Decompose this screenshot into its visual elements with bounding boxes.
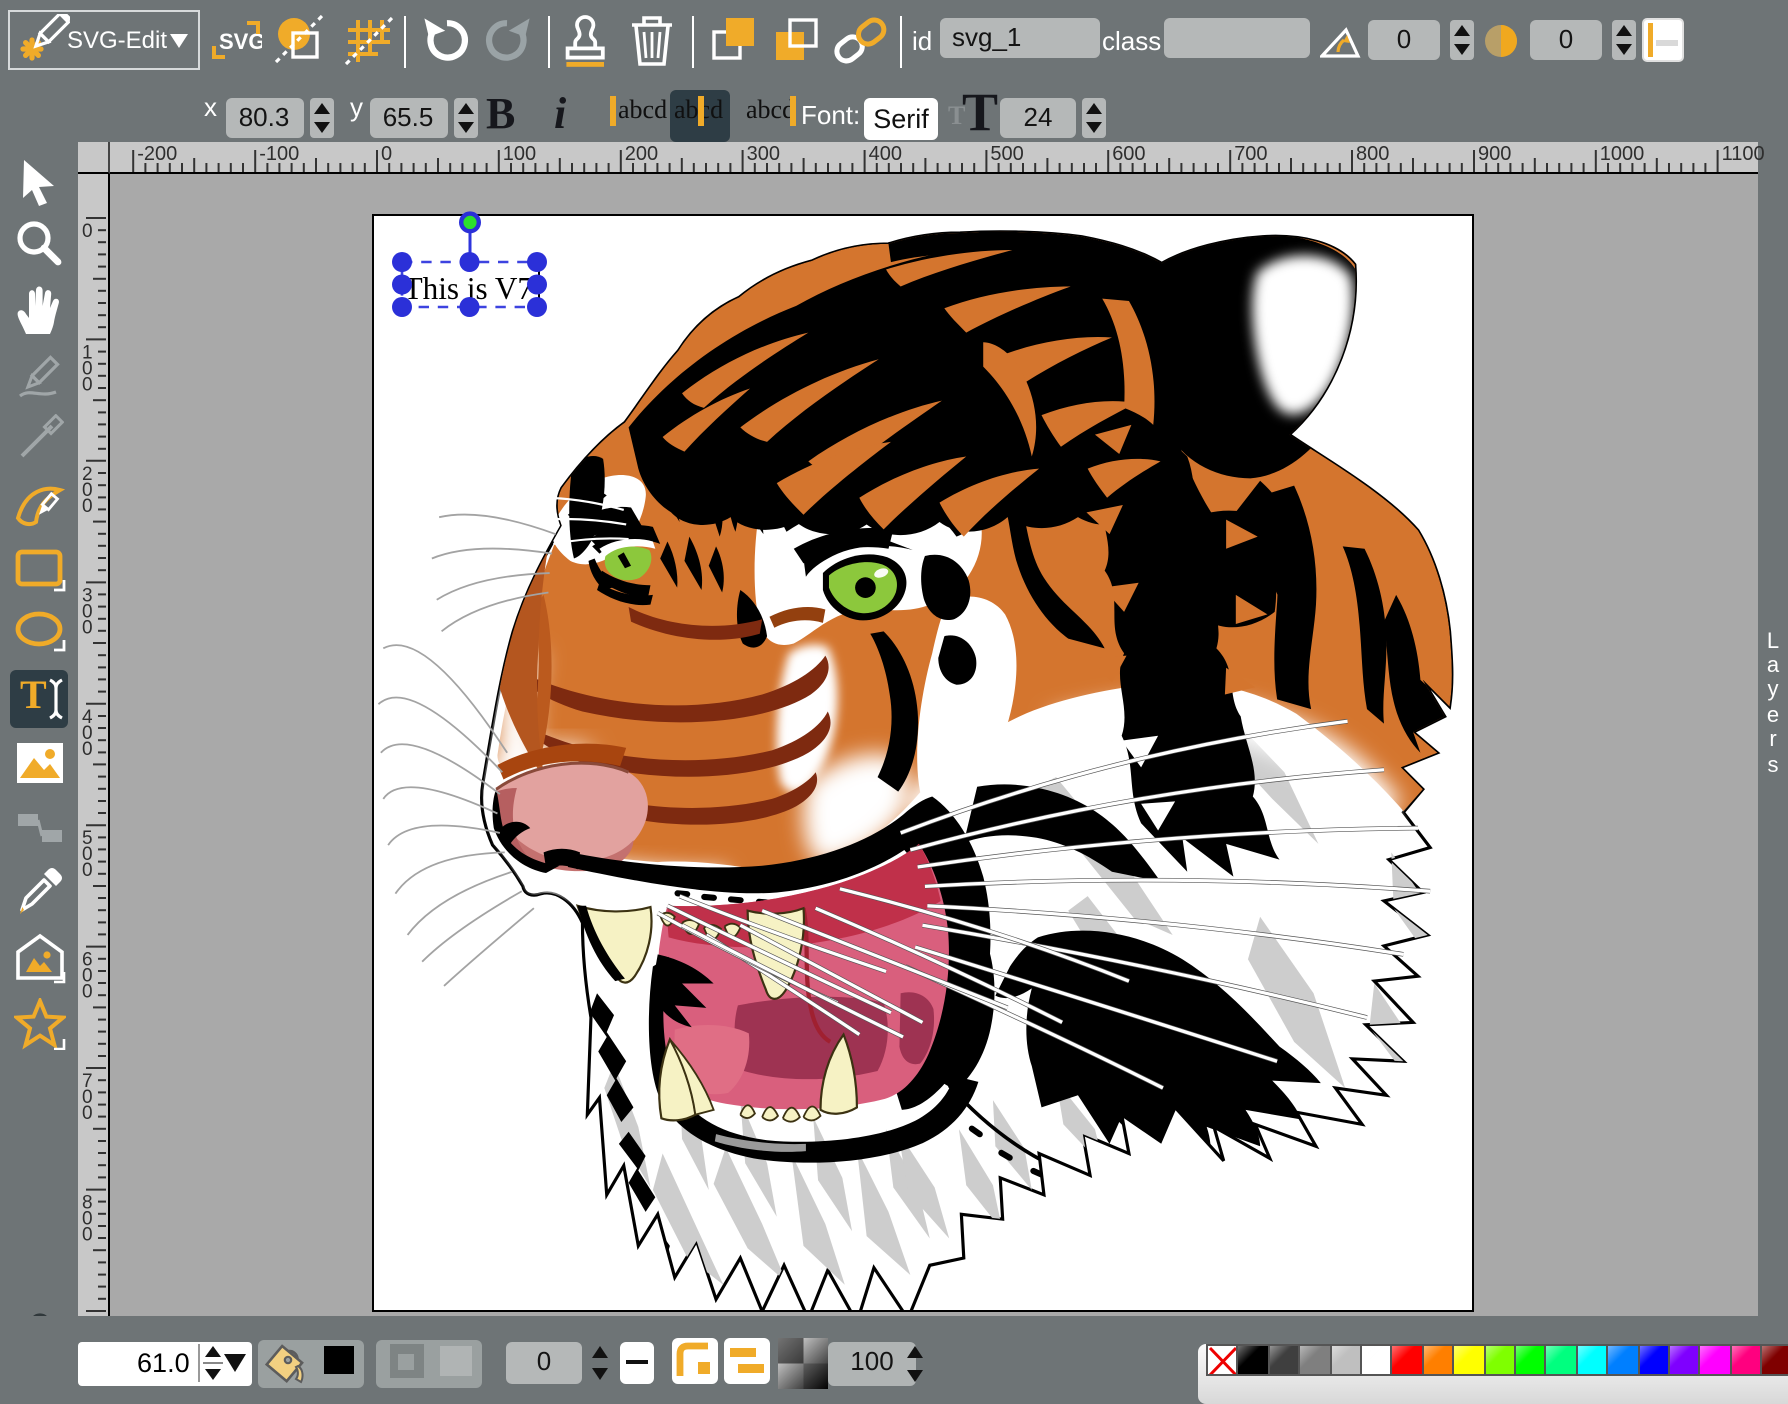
svg-text:0: 0 — [82, 1225, 93, 1246]
svg-text:600: 600 — [1111, 142, 1144, 164]
svg-text:0: 0 — [82, 617, 93, 638]
svg-text:0: 0 — [380, 142, 391, 164]
svg-text:0: 0 — [82, 982, 93, 1003]
svg-text:200: 200 — [624, 142, 657, 164]
svg-text:0: 0 — [82, 496, 93, 517]
svg-text:500: 500 — [989, 142, 1022, 164]
svg-text:300: 300 — [746, 142, 779, 164]
svg-text:0: 0 — [82, 374, 93, 395]
svg-text:100: 100 — [502, 142, 535, 164]
svg-text:0: 0 — [82, 221, 93, 242]
svg-text:1000: 1000 — [1599, 142, 1644, 164]
svg-text:0: 0 — [82, 1103, 93, 1124]
svg-text:SVG: SVG — [219, 29, 262, 54]
svg-text:900: 900 — [1477, 142, 1510, 164]
svg-text:800: 800 — [1355, 142, 1388, 164]
svg-text:1100: 1100 — [1721, 142, 1764, 164]
svg-text:-100: -100 — [258, 142, 298, 164]
svg-text:400: 400 — [868, 142, 901, 164]
svg-text:700: 700 — [1233, 142, 1266, 164]
svg-text:0: 0 — [82, 739, 93, 760]
svg-text:-200: -200 — [136, 142, 176, 164]
svg-text:0: 0 — [82, 860, 93, 881]
